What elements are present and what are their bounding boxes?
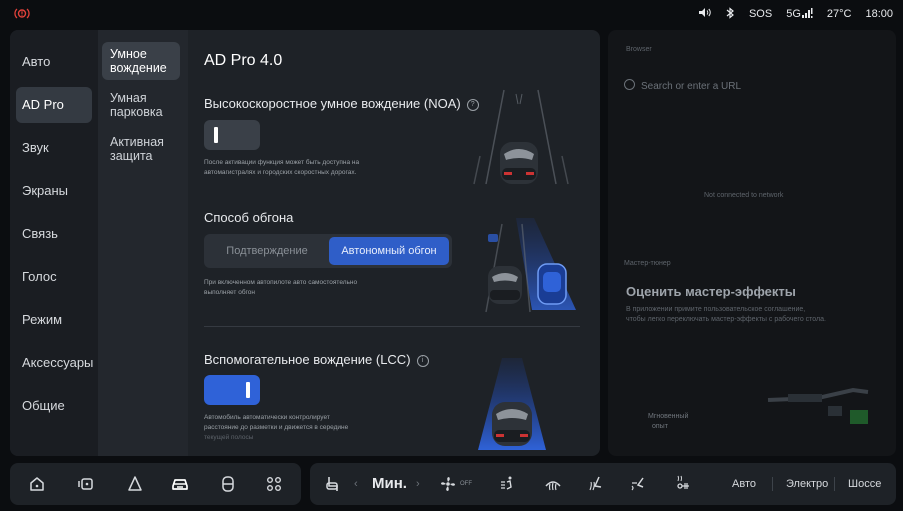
overtake-option-auto[interactable]: Автономный обгон bbox=[329, 237, 449, 265]
settings-panel: Авто AD Pro Звук Экраны Связь Голос Режи… bbox=[10, 30, 600, 456]
temperature-level: Мин. bbox=[372, 475, 407, 492]
noa-description: После активации функция может быть досту… bbox=[204, 158, 434, 178]
tuner-heading: Оценить мастер-эффекты bbox=[626, 284, 796, 299]
subnav-smart-driving[interactable]: Умное вождение bbox=[102, 42, 180, 80]
home-icon[interactable] bbox=[27, 474, 47, 494]
desc-line: После активации функция может быть досту… bbox=[204, 159, 360, 166]
seat-ventilation-icon[interactable] bbox=[628, 474, 648, 494]
nav-item-sound[interactable]: Звук bbox=[16, 130, 92, 166]
tuner-label: Мастер-тюнер bbox=[624, 260, 671, 267]
desc-line: выполняет обгон bbox=[204, 289, 255, 296]
secondary-nav: Умное вождение Умная парковка Активная з… bbox=[98, 30, 188, 456]
browser-label: Browser bbox=[626, 46, 652, 53]
fan-state: OFF bbox=[460, 481, 472, 487]
desc-line: Автомобиль автоматически контролирует bbox=[204, 414, 330, 421]
subnav-label-line1: Умная bbox=[110, 91, 147, 105]
desc-line: автомагистралях и городских скоростных д… bbox=[204, 169, 357, 176]
climate-dock: ‹ Мин. › OFF Авто Электро Шоссе bbox=[310, 463, 896, 505]
nav-item-connection[interactable]: Связь bbox=[16, 216, 92, 252]
tuner-illustration bbox=[767, 387, 869, 424]
search-placeholder: Search or enter a URL bbox=[641, 81, 742, 92]
front-defrost-icon[interactable] bbox=[543, 474, 563, 494]
overtake-title: Способ обгона bbox=[204, 210, 294, 225]
navigation-icon[interactable] bbox=[125, 474, 145, 494]
subnav-label-line2: вождение bbox=[110, 61, 167, 75]
apps-icon[interactable] bbox=[264, 474, 284, 494]
chevron-left-icon[interactable]: ‹ bbox=[354, 463, 358, 505]
car-alert-icon bbox=[14, 7, 30, 20]
noa-section: Высокоскоростное умное вождение (NOA)? bbox=[204, 96, 479, 111]
status-bar: SOS 5G 27°C 18:00 bbox=[0, 0, 903, 28]
instant-line1: Мгновенный bbox=[648, 413, 689, 420]
nav-item-general[interactable]: Общие bbox=[16, 388, 92, 424]
sub-line: В приложении примите пользовательское со… bbox=[626, 306, 806, 313]
subnav-label-line2: парковка bbox=[110, 105, 163, 119]
desc-line: текущей полосы bbox=[204, 434, 254, 441]
subnav-active-protection[interactable]: Активная защита bbox=[102, 130, 180, 168]
bluetooth-icon bbox=[726, 6, 735, 22]
subnav-label-line2: защита bbox=[110, 149, 153, 163]
primary-nav: Авто AD Pro Звук Экраны Связь Голос Режи… bbox=[10, 30, 98, 456]
nav-item-screens[interactable]: Экраны bbox=[16, 173, 92, 209]
nav-item-auto[interactable]: Авто bbox=[16, 44, 92, 80]
volume-icon bbox=[698, 7, 712, 21]
temperature: 27°C bbox=[826, 8, 852, 20]
multiscreen-icon[interactable] bbox=[76, 474, 96, 494]
mode-electric-button[interactable]: Электро bbox=[786, 463, 828, 505]
lcc-section: Вспомогательное вождение (LCC) i bbox=[204, 352, 429, 367]
desc-line: расстояние до разметки и движется в сере… bbox=[204, 424, 349, 431]
steering-heat-icon[interactable] bbox=[672, 474, 692, 494]
nav-item-accessories[interactable]: Аксессуары bbox=[16, 345, 93, 381]
search-icon bbox=[624, 79, 635, 90]
subnav-smart-parking[interactable]: Умная парковка bbox=[102, 86, 180, 124]
toggle-knob bbox=[246, 382, 250, 398]
lcc-description: Автомобиль автоматически контролирует ра… bbox=[204, 413, 434, 443]
phone-icon[interactable] bbox=[218, 474, 238, 494]
browser-search-bar[interactable]: Search or enter a URL bbox=[624, 74, 880, 100]
subnav-label-line1: Активная bbox=[110, 135, 164, 149]
nav-item-ad-pro[interactable]: AD Pro bbox=[16, 87, 92, 123]
browser-status: Not connected to network bbox=[704, 192, 784, 199]
browser-widget: Browser Search or enter a URL Not connec… bbox=[608, 30, 896, 456]
settings-content: AD Pro 4.0 Высокоскоростное умное вожден… bbox=[188, 30, 600, 456]
tuner-subtitle: В приложении примите пользовательское со… bbox=[626, 305, 888, 325]
car-icon[interactable] bbox=[170, 474, 190, 494]
app-dock bbox=[10, 463, 301, 505]
clock: 18:00 bbox=[865, 8, 893, 20]
page-title: AD Pro 4.0 bbox=[204, 52, 283, 69]
lcc-toggle[interactable] bbox=[204, 375, 260, 405]
overtake-car-illustration bbox=[485, 218, 576, 313]
nav-item-mode[interactable]: Режим bbox=[16, 302, 92, 338]
sub-line: чтобы легко переключать мастер-эффекты с… bbox=[626, 316, 826, 323]
noa-car-illustration bbox=[473, 89, 569, 185]
overtake-option-confirm[interactable]: Подтверждение bbox=[207, 237, 327, 265]
overtake-description: При включенном автопилоте авто самостоят… bbox=[204, 278, 434, 298]
mode-divider bbox=[772, 477, 773, 491]
toggle-knob bbox=[214, 127, 218, 143]
nav-item-voice[interactable]: Голос bbox=[16, 259, 92, 295]
network-type: 5G bbox=[786, 8, 801, 20]
info-icon[interactable]: i bbox=[416, 354, 429, 367]
airflow-icon[interactable] bbox=[498, 474, 518, 494]
lcc-car-illustration bbox=[478, 358, 546, 450]
chevron-right-icon[interactable]: › bbox=[416, 463, 420, 505]
noa-toggle[interactable] bbox=[204, 120, 260, 150]
instant-line2: опыт bbox=[652, 423, 668, 430]
instant-experience-button[interactable]: Мгновенный опыт bbox=[648, 412, 688, 432]
overtake-mode-selector: Подтверждение Автономный обгон bbox=[204, 234, 452, 268]
section-divider bbox=[204, 326, 580, 327]
mode-divider bbox=[834, 477, 835, 491]
subnav-label-line1: Умное bbox=[110, 47, 147, 61]
seat-heat-icon[interactable] bbox=[586, 474, 606, 494]
mode-auto-button[interactable]: Авто bbox=[732, 463, 756, 505]
network-indicator: 5G bbox=[786, 8, 813, 20]
lcc-title: Вспомогательное вождение (LCC) bbox=[204, 352, 411, 367]
noa-title: Высокоскоростное умное вождение (NOA) bbox=[204, 96, 461, 111]
mode-highway-button[interactable]: Шоссе bbox=[848, 463, 881, 505]
desc-line: При включенном автопилоте авто самостоят… bbox=[204, 279, 358, 286]
fan-icon[interactable] bbox=[438, 474, 458, 494]
seat-icon[interactable] bbox=[322, 474, 342, 494]
sos-indicator[interactable]: SOS bbox=[749, 8, 772, 20]
